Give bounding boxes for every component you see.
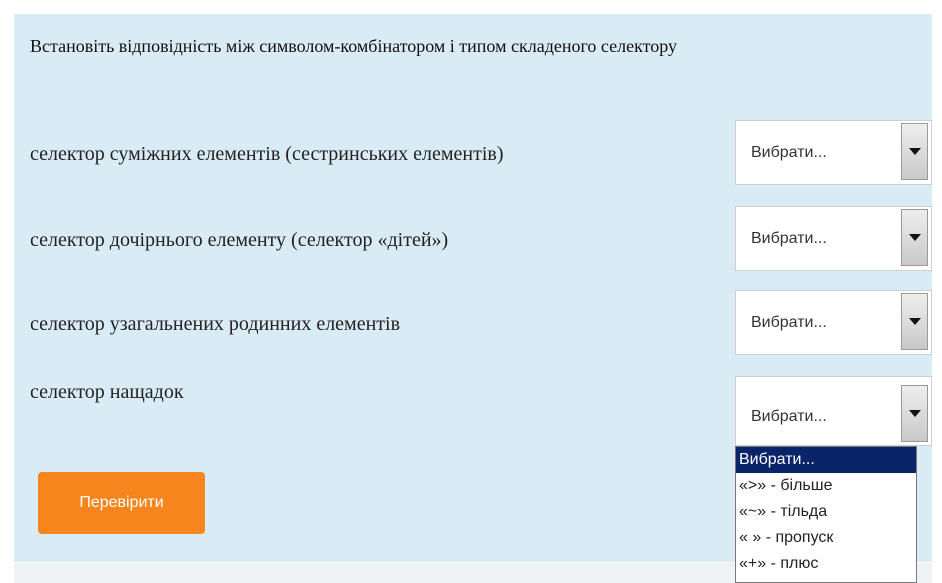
dropdown-option[interactable]: «+» - плюс [736,551,916,577]
select-value: Вибрати... [751,314,827,331]
check-button[interactable]: Перевірити [38,472,205,534]
row-label-4: селектор нащадок [30,381,184,403]
select-value: Вибрати... [751,144,827,161]
row-label-2: селектор дочірнього елементу (селектор «… [30,229,449,251]
chevron-down-icon[interactable] [901,123,928,180]
select-row-1[interactable]: Вибрати... [735,120,932,185]
select-value: Вибрати... [751,408,827,425]
dropdown-option[interactable]: Вибрати... [736,447,916,473]
question-text: Встановіть відповідність між символом-ко… [30,36,677,56]
dropdown-option[interactable]: « » - пропуск [736,525,916,551]
row-label-3: селектор узагальнених родинних елементів [30,313,401,335]
select-value: Вибрати... [751,230,827,247]
dropdown-option[interactable]: «~» - тільда [736,499,916,525]
chevron-down-icon[interactable] [901,293,928,350]
select-row-3[interactable]: Вибрати... [735,290,932,355]
select-row-2[interactable]: Вибрати... [735,206,932,271]
dropdown-list[interactable]: Вибрати... «>» - більше «~» - тільда « »… [735,446,917,583]
select-row-4[interactable]: Вибрати... [735,376,932,446]
chevron-down-icon[interactable] [901,385,928,442]
row-label-1: селектор суміжних елементів (сестринськи… [30,143,504,165]
dropdown-option[interactable]: «>» - більше [736,473,916,499]
chevron-down-icon[interactable] [901,209,928,266]
